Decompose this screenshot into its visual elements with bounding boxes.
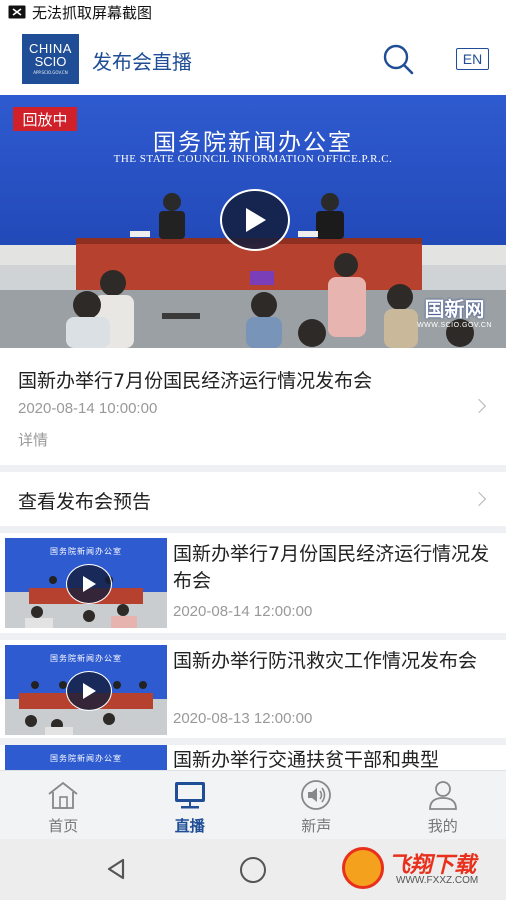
watermark-logo-icon [342,847,384,889]
user-icon [428,781,457,810]
tab-label: 新声 [301,817,332,835]
featured-detail-link[interactable]: 详情 [18,429,48,450]
back-icon[interactable] [104,857,128,881]
screenshot-error-icon [8,5,26,19]
logo-line2: SCIO [34,54,67,69]
tab-live[interactable]: 直播 [127,771,254,839]
play-icon [83,683,96,699]
play-button[interactable] [66,671,112,711]
tab-label: 首页 [48,817,79,835]
system-nav-bar: 飞翔下载 WWW.FXXZ.COM [0,839,506,900]
watermark-cn: 国新网 [424,297,485,321]
list-item[interactable]: 国务院新闻办公室 国新办举行交通扶贫干部和典型 [0,745,506,770]
tab-home[interactable]: 首页 [0,771,127,839]
thumbnail-banner-text: 国务院新闻办公室 [50,654,122,663]
thumbnail-banner-text: 国务院新闻办公室 [50,754,122,763]
status-text: 无法抓取屏幕截图 [32,3,153,22]
app-header: CHINA SCIO APP.SCIO.GOV.CN 发布会直播 EN [0,24,506,94]
divider [0,465,506,472]
featured-title: 国新办举行7月份国民经济运行情况发布会 [18,370,373,392]
featured-info[interactable]: 国新办举行7月份国民经济运行情况发布会 2020-08-14 10:00:00 … [0,348,506,465]
video-thumbnail: 国务院新闻办公室 [5,745,167,770]
tab-voice[interactable]: 新声 [253,771,380,839]
monitor-icon [174,782,205,809]
list-item-title: 国新办举行7月份国民经济运行情况发布会 [173,543,490,592]
language-en-button[interactable]: EN [456,48,489,70]
home-circle-icon[interactable] [240,857,266,883]
play-icon [83,576,96,592]
video-thumbnail: 国务院新闻办公室 [5,538,167,628]
divider [0,526,506,533]
replay-badge: 回放中 [13,107,77,131]
banner-title-en: THE STATE COUNCIL INFORMATION OFFICE.P.R… [113,153,393,165]
featured-video-player[interactable]: 国务院新闻办公室 THE STATE COUNCIL INFORMATION O… [0,95,506,348]
speaker-icon [301,780,332,810]
home-icon [48,781,78,809]
page-title: 发布会直播 [92,50,192,74]
tab-label: 直播 [174,817,205,835]
list-item-time: 2020-08-13 12:00:00 [173,710,313,727]
list-item-title: 国新办举行交通扶贫干部和典型 [173,749,440,770]
tab-label: 我的 [427,817,458,835]
featured-time: 2020-08-14 10:00:00 [18,400,158,417]
video-thumbnail: 国务院新闻办公室 [5,645,167,735]
logo-line3: APP.SCIO.GOV.CN [33,70,68,75]
search-icon [383,44,414,75]
chevron-right-icon [471,398,487,414]
list-item[interactable]: 国务院新闻办公室 国新办举行防汛救灾工作情况发布会 2020-08-13 12:… [0,640,506,738]
chevron-right-icon [471,491,487,507]
site-watermark: 飞翔下载 WWW.FXXZ.COM [340,845,500,895]
view-preview-label: 查看发布会预告 [18,491,152,513]
play-icon [246,208,266,232]
thumbnail-banner-text: 国务院新闻办公室 [50,547,122,556]
play-button[interactable] [66,564,112,604]
list-item[interactable]: 国务院新闻办公室 国新办举行7月份国民经济运行情况发布会 2020-08-14 … [0,533,506,633]
watermark-en: WWW.SCIO.GOV.CN [417,322,492,329]
tab-profile[interactable]: 我的 [380,771,506,839]
video-watermark: 国新网 WWW.SCIO.GOV.CN [417,293,492,329]
bottom-tab-bar: 首页 直播 新声 我的 [0,770,506,839]
watermark-en: WWW.FXXZ.COM [396,875,479,886]
divider [0,633,506,640]
search-button[interactable] [380,41,416,77]
status-bar: 无法抓取屏幕截图 [0,0,506,24]
list-item-title: 国新办举行防汛救灾工作情况发布会 [173,650,478,672]
divider [0,738,506,745]
china-scio-logo: CHINA SCIO APP.SCIO.GOV.CN [22,34,79,84]
view-preview-row[interactable]: 查看发布会预告 [0,472,506,526]
play-button[interactable] [220,189,290,251]
list-item-time: 2020-08-14 12:00:00 [173,603,313,620]
